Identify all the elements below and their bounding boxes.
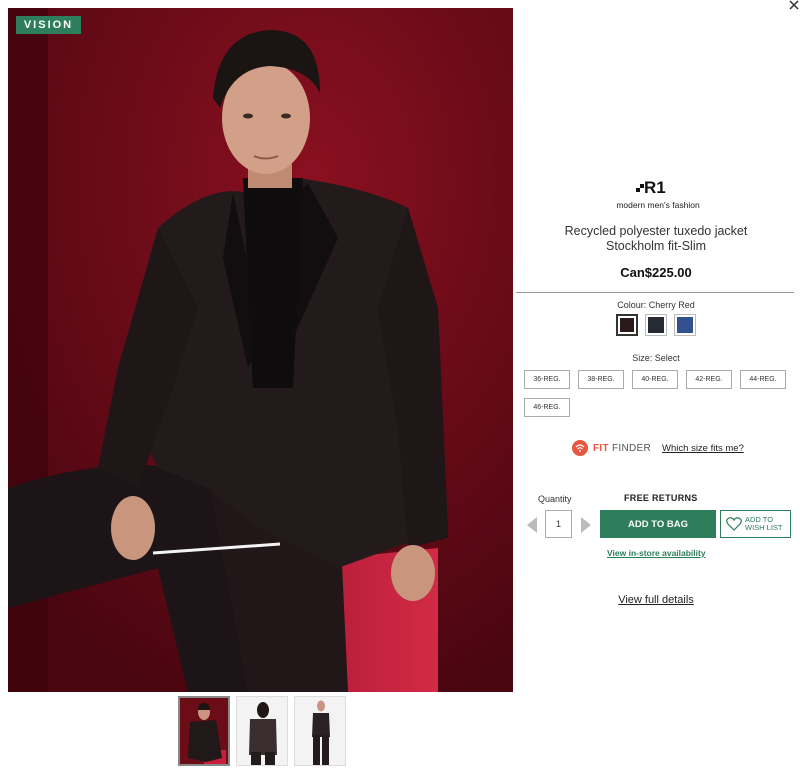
size-option-36[interactable]: 36-REG. [524, 370, 570, 389]
svg-text:R1: R1 [644, 178, 666, 196]
thumbnail-full-length-view[interactable] [294, 696, 346, 766]
product-main-image[interactable]: VISION [8, 8, 513, 692]
product-info-panel: R1 modern men's fashion Recycled polyest… [516, 0, 800, 775]
product-title-line-1: Recycled polyester tuxedo jacket [564, 224, 748, 238]
quantity-increase-icon[interactable] [580, 516, 592, 534]
colour-swatch-blue[interactable] [674, 314, 696, 336]
product-title: Recycled polyester tuxedo jacket Stockho… [516, 224, 796, 254]
view-full-details-link[interactable]: View full details [516, 594, 796, 606]
brand-tagline: modern men's fashion [616, 200, 700, 210]
size-options: 36-REG. 38-REG. 40-REG. 42-REG. 44-REG. … [524, 370, 796, 417]
add-to-wishlist-button[interactable]: ADD TO WISH LIST [720, 510, 791, 538]
quantity-label: Quantity [538, 494, 572, 504]
vision-badge: VISION [16, 16, 81, 34]
thumbnail-front-view[interactable] [178, 696, 230, 766]
colour-label: Colour: Cherry Red [617, 300, 695, 310]
add-to-bag-button[interactable]: ADD TO BAG [600, 510, 716, 538]
colour-swatches [616, 314, 696, 336]
brand-logo-icon[interactable]: R1 [636, 176, 672, 196]
thumbnail-back-view[interactable] [236, 696, 288, 766]
quantity-input[interactable] [545, 510, 572, 538]
fit-finder: FIT FINDER Which size fits me? [572, 440, 744, 456]
fit-finder-icon [572, 440, 588, 456]
which-size-fits-me-link[interactable]: Which size fits me? [662, 443, 744, 454]
colour-swatch-cherry-red[interactable] [616, 314, 638, 336]
size-option-44[interactable]: 44-REG. [740, 370, 786, 389]
free-returns-label: FREE RETURNS [624, 493, 698, 503]
size-option-42[interactable]: 42-REG. [686, 370, 732, 389]
fit-finder-logo: FIT FINDER [593, 442, 652, 454]
size-option-38[interactable]: 38-REG. [578, 370, 624, 389]
size-option-46[interactable]: 46-REG. [524, 398, 570, 417]
heart-icon [726, 517, 742, 531]
thumbnail-strip [178, 696, 346, 766]
divider [516, 292, 794, 293]
product-title-line-2: Stockholm fit-Slim [605, 239, 707, 253]
size-option-40[interactable]: 40-REG. [632, 370, 678, 389]
quantity-decrease-icon[interactable] [526, 516, 538, 534]
size-label: Size: Select [632, 353, 680, 363]
colour-swatch-black[interactable] [645, 314, 667, 336]
product-price: Can$225.00 [620, 265, 692, 280]
instore-availability-link[interactable]: View in-store availability [607, 548, 706, 558]
